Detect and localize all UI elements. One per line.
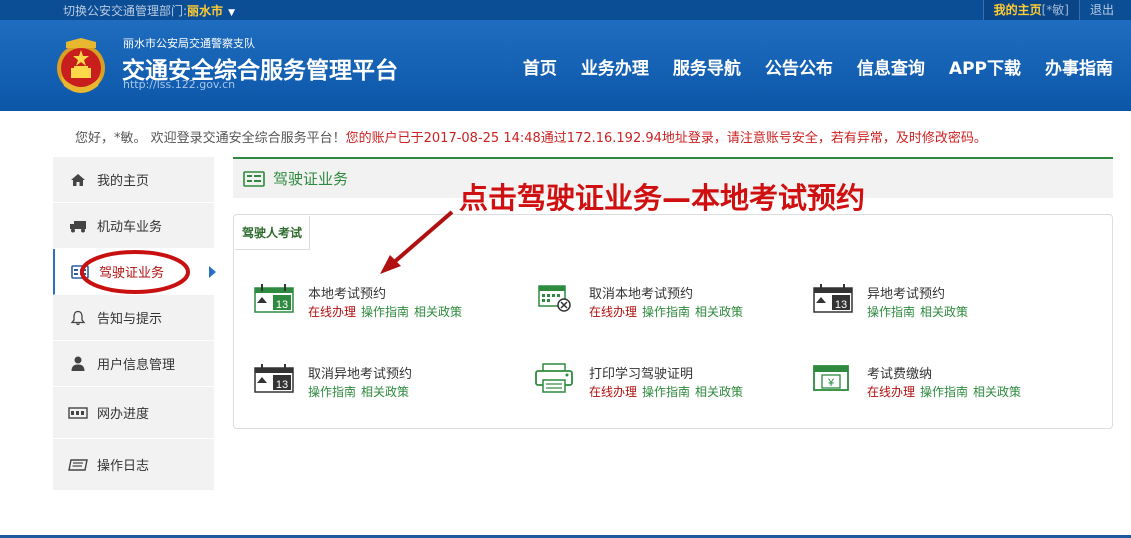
calendar-13-icon: 13 [813,284,853,313]
service-name[interactable]: 取消本地考试预约 [589,283,693,302]
svg-text:¥: ¥ [827,377,835,389]
my-home-link[interactable]: 我的主页[*敏] [982,0,1079,20]
nav-business[interactable]: 业务办理 [581,54,649,79]
link-policy[interactable]: 相关政策 [361,385,409,399]
sidebar-item-label: 用户信息管理 [97,358,176,373]
service-links: 在线办理 操作指南 相关政策 [867,383,1026,400]
login-warning: 您的账户已于2017-08-25 14:48通过172.16.192.94地址登… [345,131,987,146]
calendar-day-number: 13 [276,379,288,391]
police-emblem-icon [57,38,105,93]
instruction-annotation: 点击驾驶证业务—本地考试预约 [459,181,866,215]
bell-icon [67,310,89,326]
service-links: 在线办理 操作指南 相关政策 [308,303,467,320]
my-home-label[interactable]: 我的主页 [994,3,1042,17]
home-icon [67,172,89,188]
link-online[interactable]: 在线办理 [308,305,356,319]
service-name[interactable]: 取消异地考试预约 [308,363,412,382]
active-arrow-icon [209,266,216,278]
sidebar-item-progress[interactable]: 网办进度 [53,387,214,439]
service-cancel-local-exam: 取消本地考试预约 在线办理 操作指南 相关政策 [534,283,774,323]
yuan-bill-icon: ¥ [813,365,849,391]
department-label: 切换公安交通管理部门: [63,4,188,18]
nav-info-query[interactable]: 信息查询 [857,54,925,79]
link-policy[interactable]: 相关政策 [695,305,743,319]
service-panel: 驾驶人考试 13 本地考试预约 在线办理 操作指南 相关政策 取消本地考试预约 在线… [233,214,1113,429]
link-policy[interactable]: 相关政策 [414,305,462,319]
link-guide[interactable]: 操作指南 [920,385,968,399]
service-name[interactable]: 打印学习驾驶证明 [589,363,693,382]
org-name: 丽水市公安局交通警察支队 [123,37,255,50]
tab-driver-exam[interactable]: 驾驶人考试 [235,216,311,250]
sidebar-item-label: 我的主页 [97,174,150,189]
service-name[interactable]: 异地考试预约 [867,283,945,302]
link-online[interactable]: 在线办理 [589,305,637,319]
logout-link[interactable]: 退出 [1078,0,1131,20]
sidebar-item-operation-log[interactable]: 操作日志 [53,439,214,491]
link-guide[interactable]: 操作指南 [642,385,690,399]
nav-announcements[interactable]: 公告公布 [765,54,833,79]
link-guide[interactable]: 操作指南 [867,305,915,319]
calendar-cancel-icon [538,285,571,312]
link-online[interactable]: 在线办理 [589,385,637,399]
link-guide[interactable]: 操作指南 [308,385,356,399]
printer-icon [535,363,573,393]
nav-home[interactable]: 首页 [523,54,557,79]
link-policy[interactable]: 相关政策 [973,385,1021,399]
service-print-learner-permit: 打印学习驾驶证明 在线办理 操作指南 相关政策 [534,363,774,403]
link-guide[interactable]: 操作指南 [361,305,409,319]
link-policy[interactable]: 相关政策 [920,305,968,319]
sidebar-item-notices[interactable]: 告知与提示 [53,295,214,341]
service-name[interactable]: 考试费缴纳 [867,363,932,382]
calendar-13-icon: 13 [254,284,294,313]
welcome-message: 您好，*敏。 欢迎登录交通安全综合服务平台！您的账户已于2017-08-25 1… [75,127,987,146]
sidebar-item-label: 网办进度 [97,407,150,422]
user-name: [*敏] [1041,3,1069,17]
license-card-icon [243,170,265,187]
department-city[interactable]: 丽水市 [187,4,223,18]
sidebar-item-label: 驾驶证业务 [99,266,165,281]
link-policy[interactable]: 相关政策 [695,385,743,399]
service-cancel-remote-exam: 13 取消异地考试预约 操作指南 相关政策 [253,363,493,403]
service-links: 操作指南 相关政策 [308,383,414,400]
service-name[interactable]: 本地考试预约 [308,283,386,302]
user-icon [67,356,89,372]
sidebar-item-my-home[interactable]: 我的主页 [53,157,214,203]
main-nav: 首页 业务办理 服务导航 公告公布 信息查询 APP下载 办事指南 [523,54,1113,79]
progress-icon [67,405,89,421]
caret-down-icon[interactable]: ▼ [228,8,235,18]
truck-icon [67,218,89,234]
calendar-day-number: 13 [835,299,847,311]
department-switcher[interactable]: 切换公安交通管理部门:丽水市 ▼ [63,2,235,19]
sidebar: 我的主页 机动车业务 驾驶证业务 告知与提示 用户信息管理 网办进度 操作日志 [53,157,216,491]
sidebar-item-label: 机动车业务 [97,220,163,235]
log-icon [67,457,89,473]
service-links: 在线办理 操作指南 相关政策 [589,383,748,400]
license-icon [69,264,91,280]
top-bar: 切换公安交通管理部门:丽水市 ▼ 我的主页[*敏] 退出 [0,0,1131,20]
nav-service-guide[interactable]: 服务导航 [673,54,741,79]
greeting: 您好，*敏。 欢迎登录交通安全综合服务平台！ [75,131,346,146]
link-online[interactable]: 在线办理 [867,385,915,399]
section-title: 驾驶证业务 [273,170,349,188]
nav-app-download[interactable]: APP下载 [949,54,1021,79]
site-url: http://lss.122.gov.cn [123,78,236,91]
calendar-day-number: 13 [276,299,288,311]
service-links: 在线办理 操作指南 相关政策 [589,303,748,320]
sidebar-item-label: 操作日志 [97,459,150,474]
site-header: 丽水市公安局交通警察支队 交通安全综合服务管理平台 http://lss.122… [0,20,1131,111]
sidebar-item-driver-license[interactable]: 驾驶证业务 [53,249,216,295]
service-remote-exam-booking: 13 异地考试预约 操作指南 相关政策 [812,283,1052,323]
link-guide[interactable]: 操作指南 [642,305,690,319]
sidebar-item-vehicle[interactable]: 机动车业务 [53,203,214,249]
calendar-13-icon: 13 [254,364,294,393]
service-links: 操作指南 相关政策 [867,303,973,320]
sidebar-item-label: 告知与提示 [97,312,163,327]
service-exam-fee-payment: ¥ 考试费缴纳 在线办理 操作指南 相关政策 [812,363,1052,403]
nav-handling-guide[interactable]: 办事指南 [1045,54,1113,79]
sidebar-item-user-info[interactable]: 用户信息管理 [53,341,214,387]
service-local-exam-booking: 13 本地考试预约 在线办理 操作指南 相关政策 [253,283,493,323]
